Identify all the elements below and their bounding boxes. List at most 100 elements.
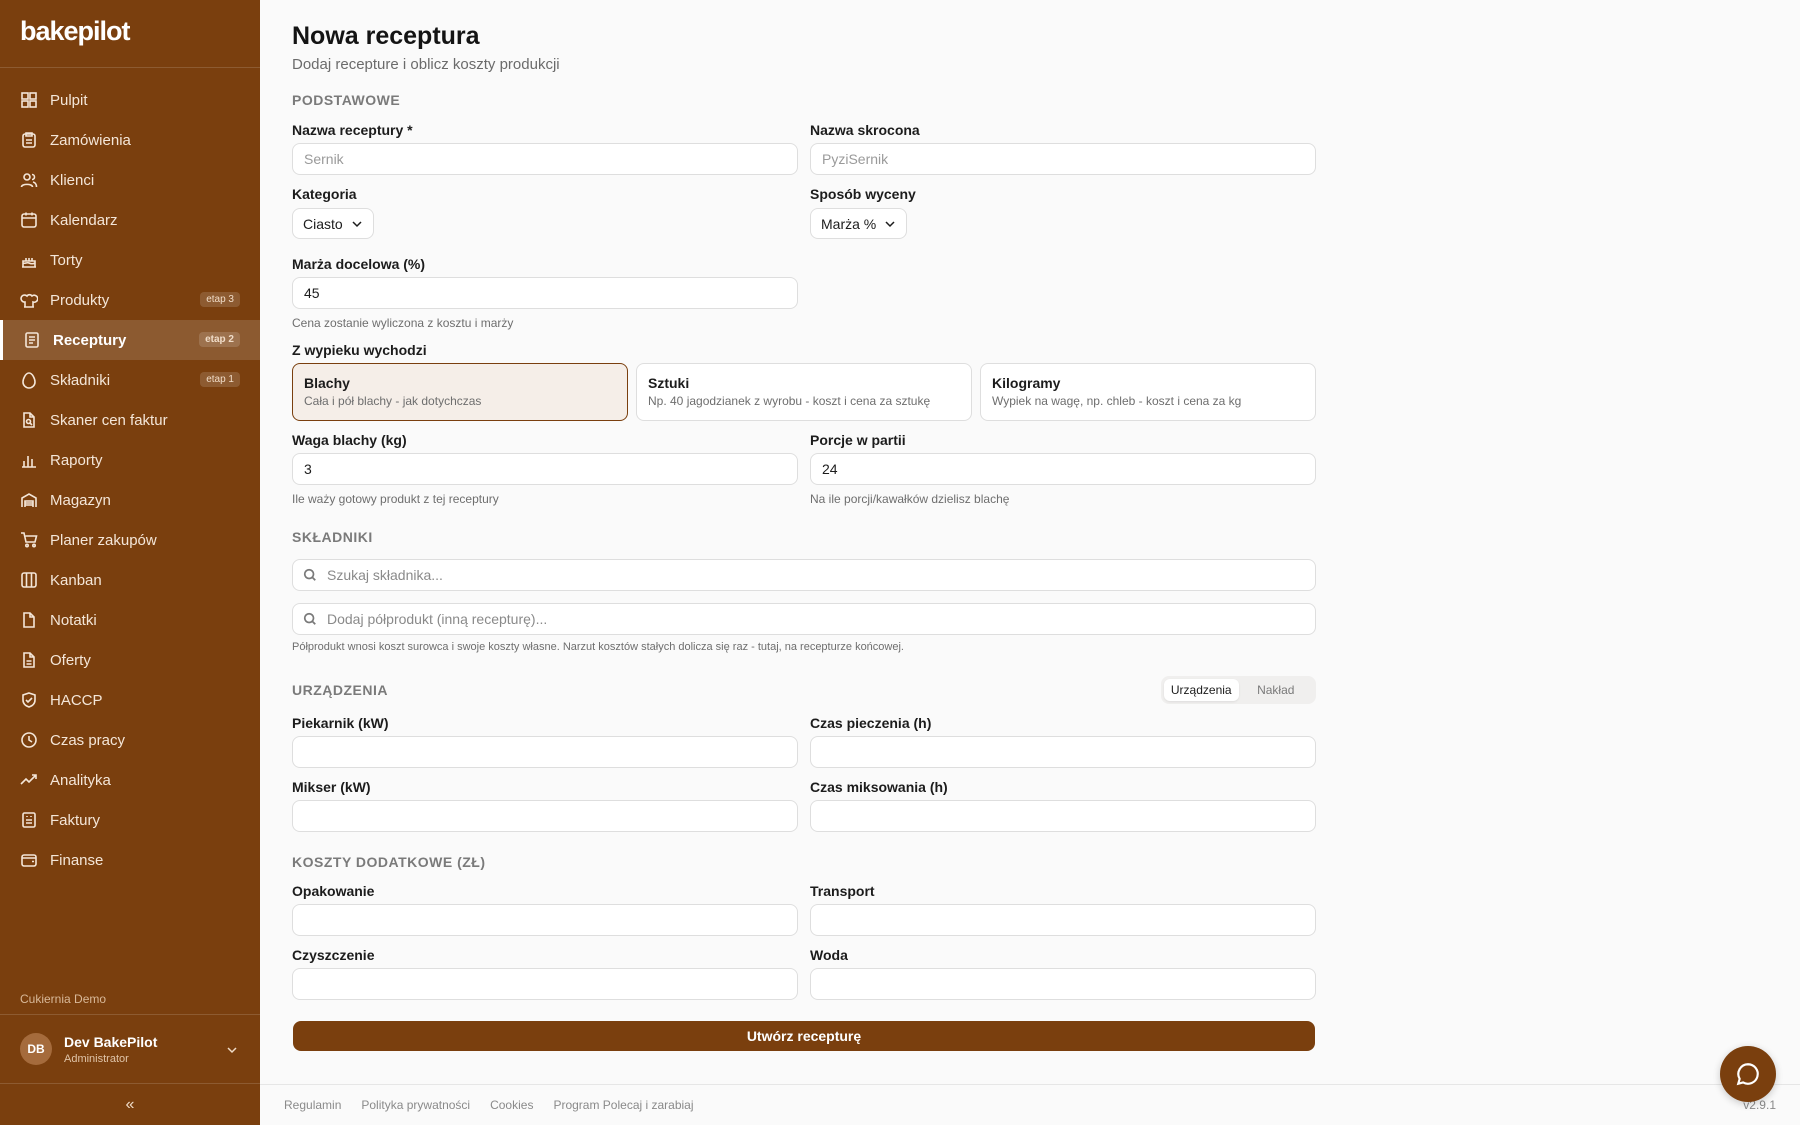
target-margin-hint: Cena zostanie wyliczona z kosztu i marży: [292, 316, 514, 330]
ingredient-search-input[interactable]: Szukaj składnika...: [292, 559, 1316, 591]
category-select[interactable]: Ciasto: [292, 208, 374, 239]
sidebar-item-faktury[interactable]: Faktury: [0, 800, 260, 840]
sidebar-item-kanban[interactable]: Kanban: [0, 560, 260, 600]
yield-option-title: Sztuki: [648, 375, 690, 391]
portions-input[interactable]: 24: [810, 453, 1316, 485]
toggle-overhead[interactable]: Nakład: [1239, 679, 1314, 701]
page-subtitle: Dodaj recepture i oblicz koszty produkcj…: [292, 56, 560, 73]
yield-option-sztuki[interactable]: Sztuki Np. 40 jagodzianek z wyrobu - kosz…: [636, 363, 972, 421]
sidebar-item-label: Raporty: [50, 451, 103, 469]
sidebar-item-zamówienia[interactable]: Zamówienia: [0, 120, 260, 160]
sidebar-item-label: Skaner cen faktur: [50, 411, 168, 429]
sidebar-item-label: Pulpit: [50, 91, 88, 109]
create-recipe-button[interactable]: Utwórz recepturę: [293, 1021, 1315, 1051]
chevron-down-icon: [352, 220, 362, 227]
yield-option-kilogramy[interactable]: Kilogramy Wypiek na wagę, np. chleb - kos…: [980, 363, 1316, 421]
file-search-icon: [20, 411, 38, 429]
cleaning-label: Czyszczenie: [292, 947, 375, 963]
collapse-sidebar-button[interactable]: «: [0, 1085, 260, 1125]
search-icon: [303, 568, 316, 581]
sidebar-item-klienci[interactable]: Klienci: [0, 160, 260, 200]
cake-icon: [20, 251, 38, 269]
invoice-icon: [20, 811, 38, 829]
cleaning-input[interactable]: [292, 968, 798, 1000]
sidebar-item-skaner-cen-faktur[interactable]: Skaner cen faktur: [0, 400, 260, 440]
recipe-name-input[interactable]: Sernik: [292, 143, 798, 175]
app-logo[interactable]: bakepilot: [0, 0, 260, 68]
sidebar-item-receptury[interactable]: Receptury etap 2: [0, 320, 260, 360]
water-input[interactable]: [810, 968, 1316, 1000]
sidebar-item-label: Zamówienia: [50, 131, 131, 149]
chat-button[interactable]: [1720, 1046, 1776, 1102]
bake-time-input[interactable]: [810, 736, 1316, 768]
section-devices: URZĄDZENIA: [292, 682, 388, 698]
chevron-down-icon: [226, 1043, 238, 1061]
sidebar-item-torty[interactable]: Torty: [0, 240, 260, 280]
yield-option-blachy[interactable]: Blachy Cała i pół blachy - jak dotychczas: [292, 363, 628, 421]
sidebar-item-finanse[interactable]: Finanse: [0, 840, 260, 880]
toggle-devices[interactable]: Urządzenia: [1164, 679, 1239, 701]
sidebar-item-label: Kalendarz: [50, 211, 118, 229]
mix-time-label: Czas miksowania (h): [810, 779, 948, 795]
page-title: Nowa receptura: [292, 22, 480, 50]
file-text-icon: [20, 651, 38, 669]
pricing-method-select[interactable]: Marża %: [810, 208, 908, 239]
clock-icon: [20, 731, 38, 749]
mixer-label: Mikser (kW): [292, 779, 371, 795]
sidebar-nav: Pulpit Zamówienia Klienci Kalendarz Torty Pro…: [0, 68, 260, 880]
ingredient-search-placeholder: Szukaj składnika...: [327, 567, 443, 583]
packaging-input[interactable]: [292, 904, 798, 936]
sidebar-item-label: Torty: [50, 251, 83, 269]
sidebar-item-raporty[interactable]: Raporty: [0, 440, 260, 480]
yield-option-title: Kilogramy: [992, 375, 1061, 391]
sidebar-item-czas-pracy[interactable]: Czas pracy: [0, 720, 260, 760]
portions-hint: Na ile porcji/kawałków dzielisz blachę: [810, 492, 1010, 506]
user-menu[interactable]: DB Dev BakePilot Administrator: [0, 1014, 260, 1084]
yield-option-description: Np. 40 jagodzianek z wyrobu - koszt i ce…: [648, 394, 931, 408]
short-name-input[interactable]: PyziSernik: [810, 143, 1316, 175]
sidebar-item-kalendarz[interactable]: Kalendarz: [0, 200, 260, 240]
packaging-label: Opakowanie: [292, 883, 375, 899]
sidebar-item-notatki[interactable]: Notatki: [0, 600, 260, 640]
bake-time-label: Czas pieczenia (h): [810, 715, 932, 731]
footer-link-cookies[interactable]: Cookies: [490, 1098, 533, 1112]
user-name: Dev BakePilot: [64, 1033, 158, 1050]
sidebar-item-analityka[interactable]: Analityka: [0, 760, 260, 800]
yield-option-description: Wypiek na wagę, np. chleb - koszt i cena…: [992, 394, 1242, 408]
sidebar-item-składniki[interactable]: Składniki etap 1: [0, 360, 260, 400]
sidebar-item-oferty[interactable]: Oferty: [0, 640, 260, 680]
oven-input[interactable]: [292, 736, 798, 768]
section-ingredients: SKŁADNIKI: [292, 529, 373, 545]
sidebar-item-label: HACCP: [50, 691, 103, 709]
footer-link-privacy[interactable]: Polityka prywatności: [361, 1098, 470, 1112]
sidebar-item-magazyn[interactable]: Magazyn: [0, 480, 260, 520]
sidebar-item-planer-zakupów[interactable]: Planer zakupów: [0, 520, 260, 560]
sidebar-item-label: Kanban: [50, 571, 102, 589]
sidebar-item-label: Receptury: [53, 331, 127, 349]
stage-badge: etap 2: [199, 332, 240, 347]
bar-chart-icon: [20, 451, 38, 469]
sidebar-item-pulpit[interactable]: Pulpit: [0, 80, 260, 120]
logo-text: bakepilot: [20, 16, 131, 46]
sidebar-item-label: Czas pracy: [50, 731, 126, 749]
yield-label: Z wypieku wychodzi: [292, 342, 427, 358]
sidebar-item-label: Faktury: [50, 811, 101, 829]
sidebar-item-label: Oferty: [50, 651, 91, 669]
sidebar-item-haccp[interactable]: HACCP: [0, 680, 260, 720]
water-label: Woda: [810, 947, 848, 963]
target-margin-input[interactable]: 45: [292, 277, 798, 309]
semi-product-search-input[interactable]: Dodaj półprodukt (inną recepturę)...: [292, 603, 1316, 635]
target-margin-label: Marża docelowa (%): [292, 256, 426, 272]
footer-link-referral[interactable]: Program Polecaj i zarabiaj: [553, 1098, 693, 1112]
avatar: DB: [20, 1033, 52, 1065]
mix-time-input[interactable]: [810, 800, 1316, 832]
transport-input[interactable]: [810, 904, 1316, 936]
footer-link-terms[interactable]: Regulamin: [284, 1098, 341, 1112]
mixer-input[interactable]: [292, 800, 798, 832]
yield-option-title: Blachy: [304, 375, 350, 391]
tray-weight-input[interactable]: 3: [292, 453, 798, 485]
sidebar-item-produkty[interactable]: Produkty etap 3: [0, 280, 260, 320]
file-icon: [20, 611, 38, 629]
stage-badge: etap 3: [200, 292, 240, 307]
sidebar-item-label: Składniki: [50, 371, 111, 389]
